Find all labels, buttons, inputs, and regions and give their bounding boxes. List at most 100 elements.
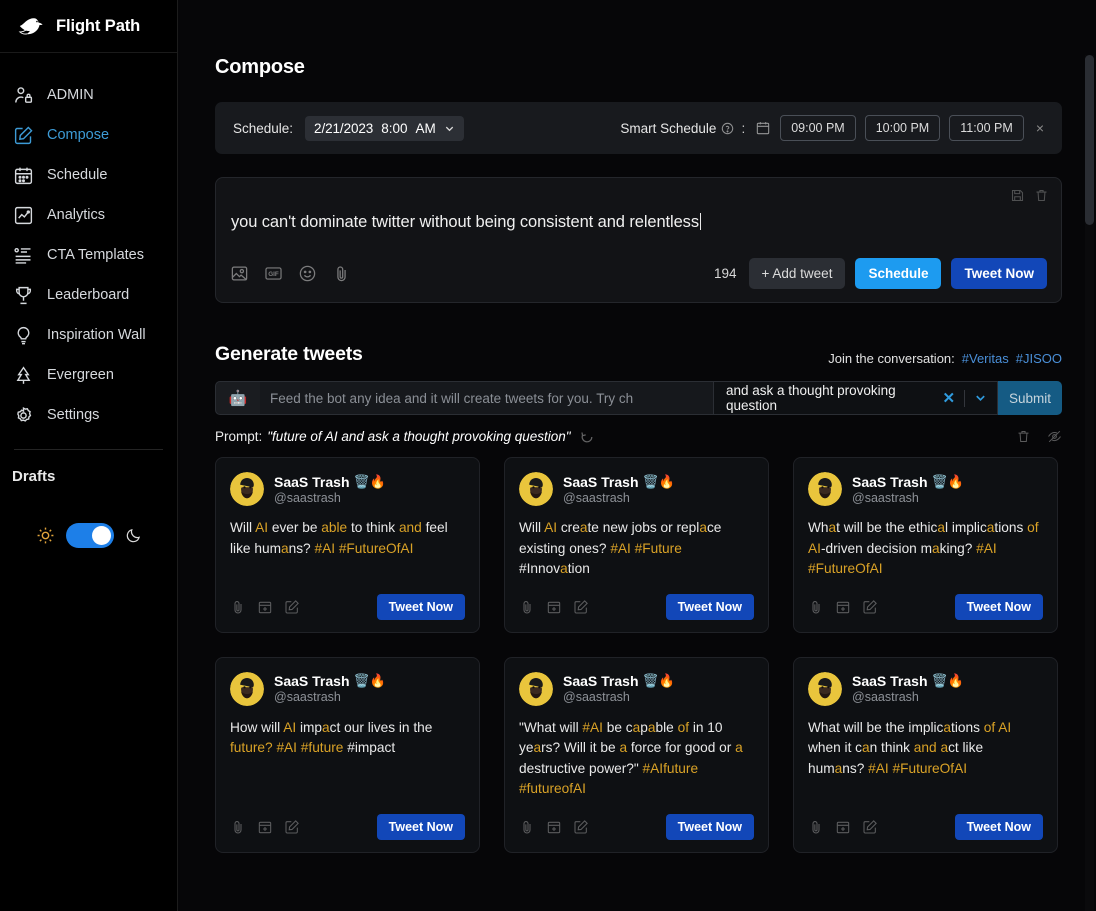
tweet-now-button[interactable]: Tweet Now xyxy=(951,258,1047,290)
tweet-text-plain: king? xyxy=(939,540,977,556)
sidebar-item-cta-templates[interactable]: CTA Templates xyxy=(0,235,177,275)
theme-switch[interactable] xyxy=(66,523,114,548)
trash-fire-emoji: 🗑️🔥 xyxy=(931,673,964,689)
prompt-input[interactable] xyxy=(260,381,714,415)
compose-textarea[interactable]: you can't dominate twitter without being… xyxy=(230,190,701,233)
hashtag-link[interactable]: #JISOO xyxy=(1016,351,1062,366)
brand[interactable]: Flight Path xyxy=(0,0,177,53)
tweet-text-plain: n think xyxy=(869,740,914,756)
tweet-handle: @saastrash xyxy=(563,490,630,505)
time-slot-chip[interactable]: 09:00 PM xyxy=(780,115,856,141)
sidebar-item-label: ADMIN xyxy=(47,86,94,103)
edit-icon[interactable] xyxy=(284,819,300,835)
tweet-text-plain: imp xyxy=(296,719,323,735)
calendar-plus-icon[interactable] xyxy=(257,819,273,835)
chevron-down-icon[interactable] xyxy=(974,391,987,405)
tweet-now-button[interactable]: Tweet Now xyxy=(665,813,754,840)
tweet-now-button[interactable]: Tweet Now xyxy=(665,593,754,620)
scrollbar-track[interactable] xyxy=(1085,55,1094,911)
edit-icon[interactable] xyxy=(862,599,878,615)
tweet-text-highlight: a xyxy=(943,719,952,735)
smart-schedule-label: Smart Schedule xyxy=(620,121,734,136)
calendar-plus-icon[interactable] xyxy=(546,819,562,835)
sidebar-item-inspiration-wall[interactable]: Inspiration Wall xyxy=(0,315,177,355)
tweet-text-highlight: and xyxy=(913,740,937,756)
sidebar-item-label: Schedule xyxy=(47,166,108,183)
tweet-card-header: SaaS Trash 🗑️🔥 @saastrash xyxy=(519,472,754,506)
edit-icon[interactable] xyxy=(284,599,300,615)
tweet-card-text: "What will #AI be capable of in 10 years… xyxy=(519,718,754,800)
tweet-text-highlight: #AI #FutureOfAI xyxy=(314,540,414,556)
gif-icon[interactable]: GIF xyxy=(264,264,283,283)
tweet-now-button[interactable]: Tweet Now xyxy=(376,813,465,840)
calendar-plus-icon[interactable] xyxy=(835,819,851,835)
edit-icon[interactable] xyxy=(573,599,589,615)
sidebar-item-compose[interactable]: Compose xyxy=(0,115,177,155)
clear-smart-schedule-button[interactable]: × xyxy=(1036,120,1044,136)
lightbulb-icon xyxy=(17,326,30,344)
tweet-text-plain: -driven decision m xyxy=(820,540,933,556)
tweet-text-plain: tions xyxy=(951,719,984,735)
trash-icon[interactable] xyxy=(1016,429,1031,444)
tweet-text-plain: #impact xyxy=(343,740,396,756)
eye-off-icon[interactable] xyxy=(1047,429,1062,444)
attachment-icon[interactable] xyxy=(332,264,351,283)
trash-icon[interactable] xyxy=(1034,188,1049,203)
tweet-text-plain: ns? xyxy=(288,540,315,556)
schedule-datetime-picker[interactable]: 2/21/2023 8:00 AM xyxy=(305,115,464,141)
add-tweet-button[interactable]: + Add tweet xyxy=(748,258,846,290)
submit-button[interactable]: Submit xyxy=(998,381,1062,415)
attachment-icon[interactable] xyxy=(519,599,535,615)
tweet-text-highlight: a xyxy=(937,520,945,535)
edit-icon[interactable] xyxy=(862,819,878,835)
display-name-text: SaaS Trash xyxy=(274,673,350,690)
calendar-plus-icon[interactable] xyxy=(546,599,562,615)
sidebar-item-admin[interactable]: ADMIN xyxy=(0,75,177,115)
tweet-card-header: SaaS Trash 🗑️🔥 @saastrash xyxy=(808,671,1043,706)
time-slot-chip[interactable]: 10:00 PM xyxy=(864,115,941,141)
sidebar-item-analytics[interactable]: Analytics xyxy=(0,195,177,235)
sidebar-item-leaderboard[interactable]: Leaderboard xyxy=(0,275,177,315)
hashtag-link[interactable]: #Veritas xyxy=(962,351,1009,366)
close-x-icon[interactable]: ✕ xyxy=(943,389,956,407)
attachment-icon[interactable] xyxy=(808,599,824,615)
tweet-now-button[interactable]: Tweet Now xyxy=(376,593,465,620)
sun-icon[interactable] xyxy=(36,526,55,545)
question-circle-icon[interactable] xyxy=(721,122,734,135)
emoji-icon[interactable] xyxy=(298,264,317,283)
save-icon[interactable] xyxy=(1010,188,1025,203)
tweet-text-highlight: a xyxy=(862,740,870,756)
compose-box[interactable]: you can't dominate twitter without being… xyxy=(215,177,1062,303)
attachment-icon[interactable] xyxy=(808,819,824,835)
attachment-icon[interactable] xyxy=(230,599,246,615)
trash-fire-emoji: 🗑️🔥 xyxy=(931,473,964,489)
schedule-button[interactable]: Schedule xyxy=(855,258,942,290)
edit-icon[interactable] xyxy=(573,819,589,835)
page-title: Compose xyxy=(215,56,305,78)
tweet-card-text: What will be the ethical implications of… xyxy=(808,518,1043,580)
calendar-icon[interactable] xyxy=(755,120,771,136)
calendar-plus-icon[interactable] xyxy=(835,599,851,615)
user-lock-icon xyxy=(15,86,33,103)
sidebar-item-settings[interactable]: Settings xyxy=(0,395,177,435)
sidebar-item-schedule[interactable]: Schedule xyxy=(0,155,177,195)
tweet-now-button[interactable]: Tweet Now xyxy=(954,813,1043,840)
tweet-card: SaaS Trash 🗑️🔥 @saastrash What will be t… xyxy=(793,457,1058,633)
list-icon xyxy=(14,247,31,264)
attachment-icon[interactable] xyxy=(230,819,246,835)
sidebar-item-evergreen[interactable]: Evergreen xyxy=(0,355,177,395)
time-slot-chip[interactable]: 11:00 PM xyxy=(949,115,1024,141)
tweet-text-plain: cre xyxy=(557,520,580,535)
image-icon[interactable] xyxy=(230,264,249,283)
tweet-text-highlight: a xyxy=(940,740,949,756)
tweet-text-plain: ct our lives in the xyxy=(329,719,433,735)
attachment-icon[interactable] xyxy=(519,819,535,835)
tweet-now-button[interactable]: Tweet Now xyxy=(954,593,1043,620)
scrollbar-thumb[interactable] xyxy=(1085,55,1094,225)
moon-icon[interactable] xyxy=(125,527,142,544)
join-tags: #Veritas #JISOO xyxy=(962,351,1062,366)
tweet-text-plain: How will xyxy=(230,719,284,735)
tweet-text-plain: "What will xyxy=(519,719,583,735)
spinner-icon[interactable] xyxy=(580,430,594,444)
calendar-plus-icon[interactable] xyxy=(257,599,273,615)
